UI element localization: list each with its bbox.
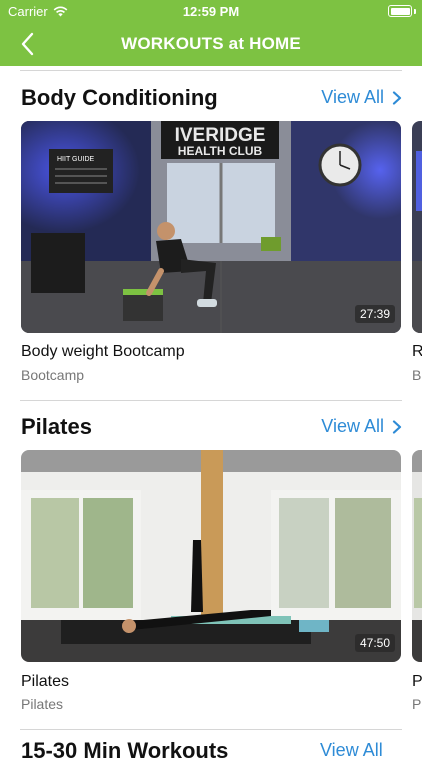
- section-title-pilates: Pilates: [21, 414, 92, 439]
- peek-image: [412, 121, 422, 333]
- pilates-scene-image: [21, 450, 401, 662]
- section-divider: [20, 729, 402, 730]
- section-title-body-conditioning: Body Conditioning: [21, 85, 218, 110]
- section-title-15-30-min: 15-30 Min Workouts: [21, 738, 229, 763]
- workout-thumbnail-pilates[interactable]: 47:50: [21, 450, 401, 662]
- status-bar: Carrier 12:59 PM: [0, 0, 422, 22]
- peek-workout-title[interactable]: R: [412, 343, 422, 361]
- peek-workout-title[interactable]: P: [412, 673, 422, 691]
- view-all-label: View All: [321, 416, 384, 436]
- workout-title[interactable]: Pilates: [21, 673, 69, 691]
- peek-image: [412, 450, 422, 662]
- workout-title[interactable]: Body weight Bootcamp: [21, 343, 185, 361]
- peek-workout-category: Ba: [412, 367, 422, 383]
- duration-badge: 27:39: [354, 305, 395, 323]
- section-divider: [20, 400, 402, 401]
- chevron-right-icon: [392, 90, 402, 105]
- gym-sign-subtext: HEALTH CLUB: [178, 144, 263, 158]
- hiit-guide-text: HIIT GUIDE: [57, 156, 95, 163]
- chevron-right-icon: [392, 419, 402, 434]
- view-all-pilates[interactable]: View All: [321, 416, 402, 437]
- gym-sign-text: IVERIDGE: [175, 125, 266, 146]
- page-title: WORKOUTS at HOME: [121, 34, 301, 53]
- workout-thumbnail-peek[interactable]: [412, 450, 422, 662]
- battery-tip: [414, 9, 416, 14]
- battery-icon: [388, 5, 412, 17]
- status-time: 12:59 PM: [182, 4, 240, 19]
- duration-badge: 47:50: [354, 634, 395, 652]
- view-all-label: View All: [321, 87, 384, 107]
- section-divider: [20, 70, 402, 71]
- workout-thumbnail-peek[interactable]: [412, 121, 422, 333]
- nav-bar: WORKOUTS at HOME: [0, 22, 422, 66]
- workout-category: Bootcamp: [21, 367, 85, 383]
- view-all-15-30-min[interactable]: View All: [320, 740, 383, 761]
- workout-thumbnail-bootcamp[interactable]: IVERIDGE HEALTH CLUB HIIT GUIDE 27:39: [21, 121, 401, 333]
- peek-workout-category: Pi: [412, 696, 422, 712]
- workout-category: Pilates: [21, 696, 64, 712]
- app-header: Carrier 12:59 PM WORKOUTS at HOME: [0, 0, 422, 66]
- view-all-body-conditioning[interactable]: View All: [321, 87, 402, 108]
- gym-scene-image: IVERIDGE HEALTH CLUB HIIT GUIDE: [21, 121, 401, 333]
